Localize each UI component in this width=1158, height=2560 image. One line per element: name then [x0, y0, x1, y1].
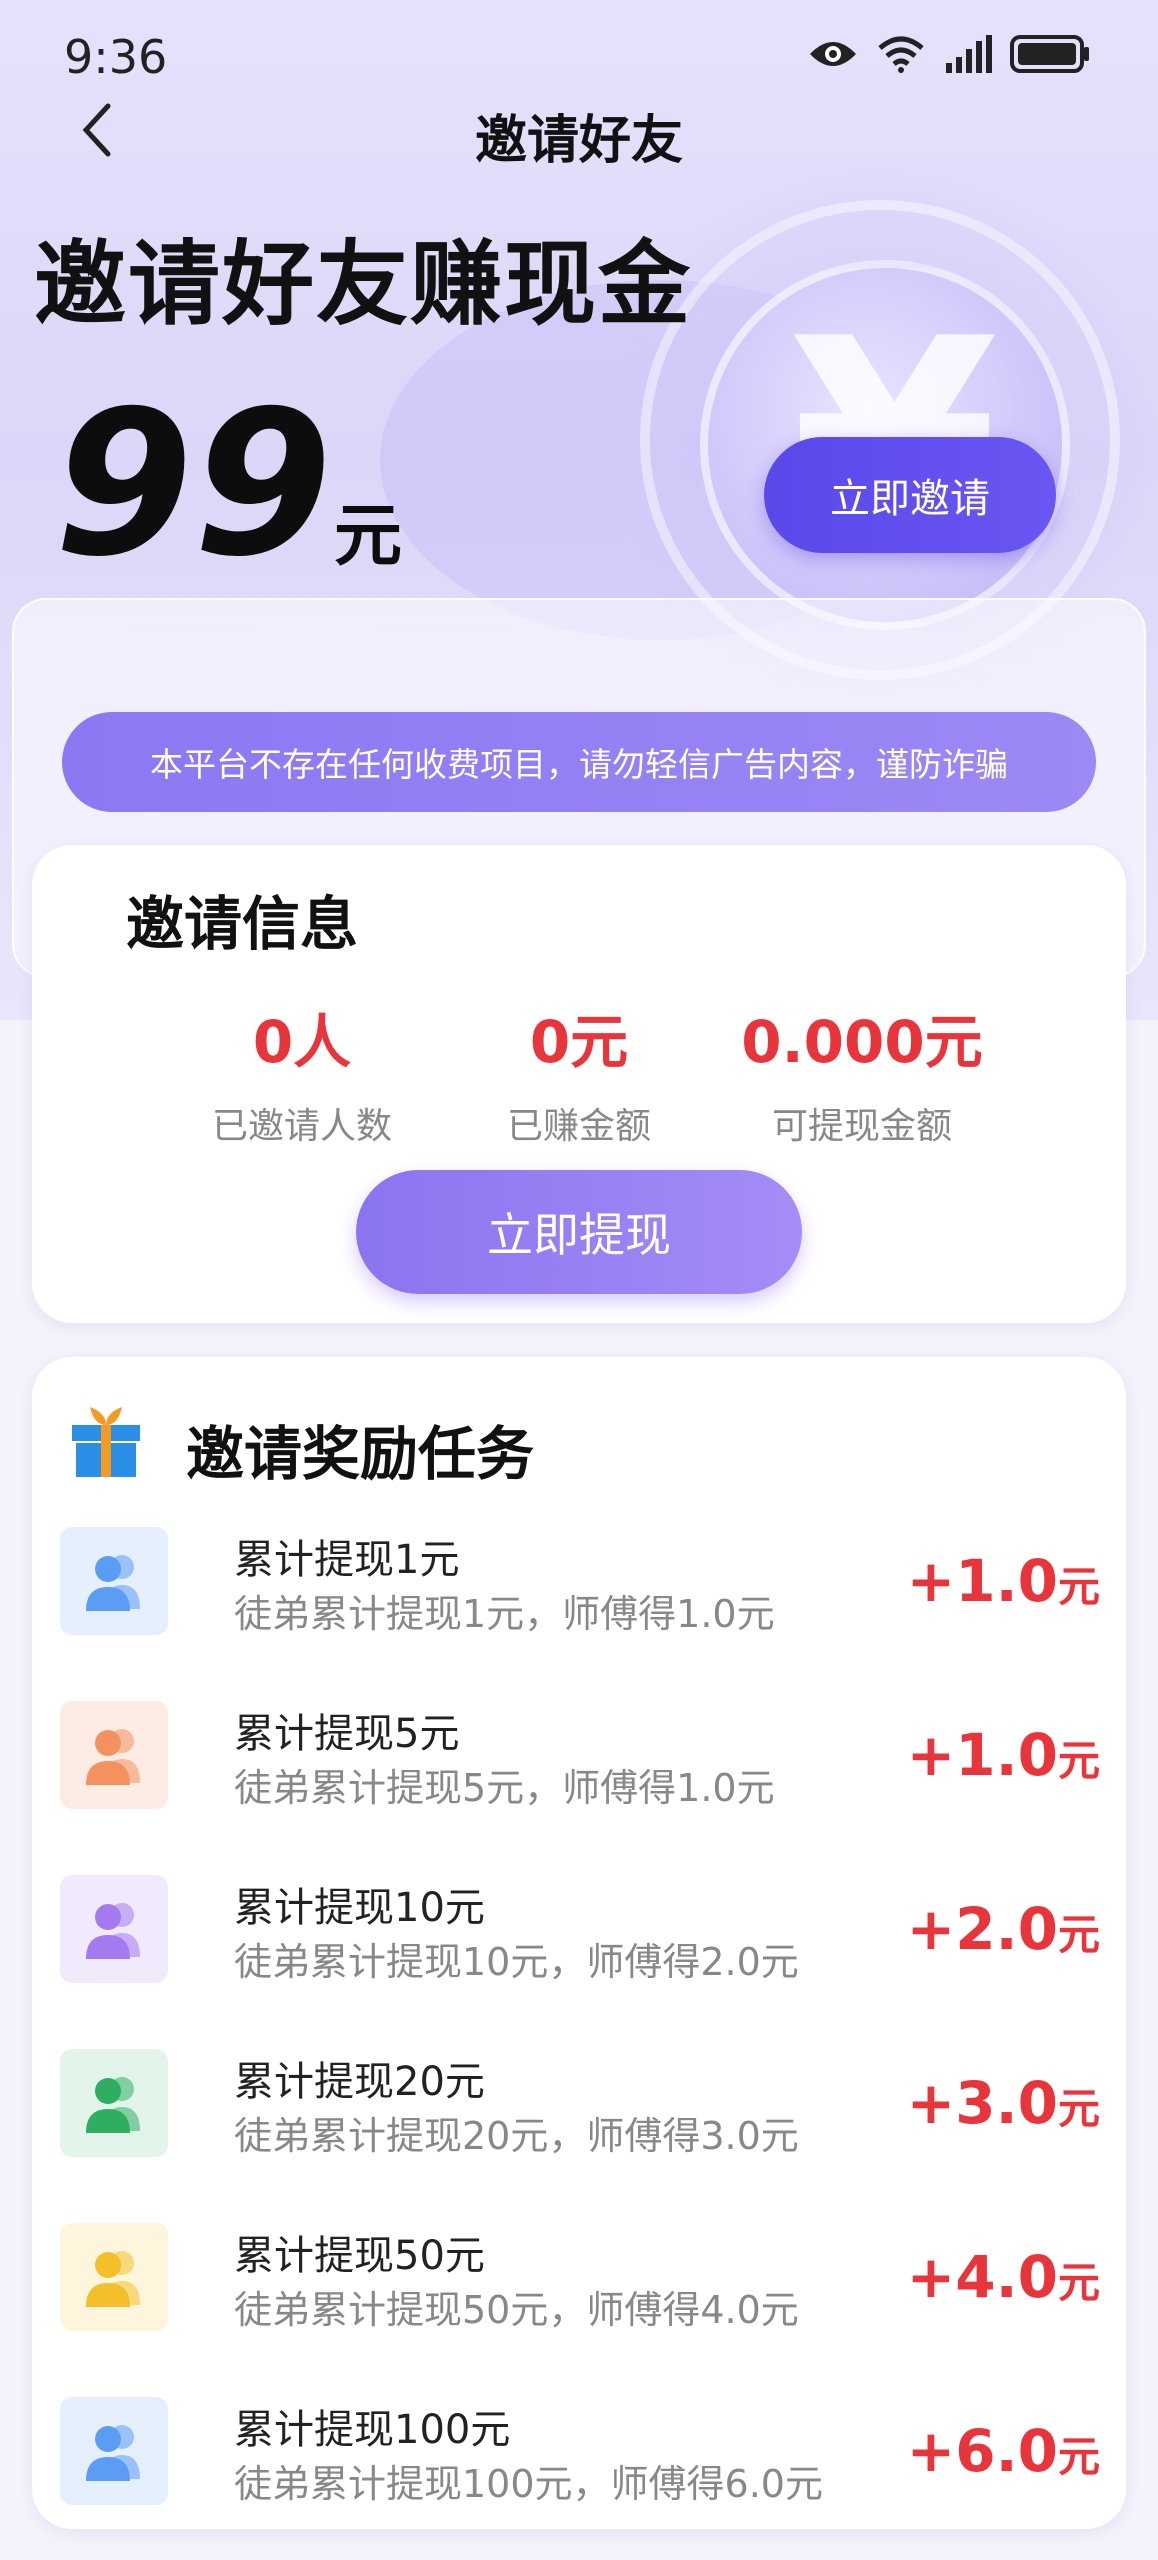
invite-info-title: 邀请信息: [126, 890, 359, 958]
task-reward: +1.0元: [907, 1547, 1100, 1615]
task-reward-value: +4.0: [906, 2243, 1058, 2311]
reward-amount-unit: 元: [334, 497, 403, 576]
tasks-title: 邀请奖励任务: [186, 1420, 535, 1488]
task-name: 累计提现1元: [234, 1537, 460, 1583]
status-icons: [808, 34, 1090, 74]
task-reward: +1.0元: [907, 1721, 1100, 1789]
invite-now-button[interactable]: 立即邀请: [764, 437, 1056, 553]
task-reward-unit: 元: [1057, 2258, 1100, 2307]
signal-icon: [946, 35, 992, 73]
task-reward-unit: 元: [1057, 1736, 1100, 1785]
task-description: 徒弟累计提现50元，师傅得4.0元: [234, 2288, 799, 2332]
task-description: 徒弟累计提现20元，师傅得3.0元: [234, 2114, 799, 2158]
task-reward-value: +2.0: [906, 1895, 1058, 1963]
stat-label: 可提现金额: [771, 1106, 952, 1147]
stat-earned-amount: 0元 已赚金额: [419, 995, 739, 1149]
task-row: 累计提现50元徒弟累计提现50元，师傅得4.0元 +4.0元: [60, 2223, 1100, 2333]
task-name: 累计提现50元: [234, 2233, 485, 2279]
task-reward: +6.0元: [907, 2417, 1100, 2485]
nav-bar: 邀请好友: [0, 90, 1158, 171]
task-name: 累计提现10元: [234, 1885, 485, 1931]
users-icon: [60, 2049, 168, 2157]
task-name: 累计提现20元: [234, 2059, 485, 2105]
task-reward: +2.0元: [907, 1895, 1100, 1963]
invite-info-card: 邀请信息 0人 已邀请人数 0元 已赚金额 0.000元 可提现金额 立即提现: [32, 845, 1126, 1323]
task-reward-unit: 元: [1057, 2432, 1100, 2481]
task-reward-unit: 元: [1057, 1562, 1100, 1611]
reward-amount: 99: [54, 368, 333, 601]
stat-withdrawable-amount: 0.000元 可提现金额: [702, 995, 1022, 1149]
stat-invited-count: 0人 已邀请人数: [142, 995, 462, 1149]
task-reward-value: +3.0: [906, 2069, 1058, 2137]
task-name: 累计提现5元: [234, 1711, 460, 1757]
users-icon: [60, 1701, 168, 1809]
page-title: 邀请好友: [474, 111, 683, 171]
stat-label: 已邀请人数: [211, 1106, 392, 1147]
task-reward: +4.0元: [907, 2243, 1100, 2311]
status-time: 9:36: [64, 30, 168, 84]
task-description: 徒弟累计提现1元，师傅得1.0元: [234, 1592, 775, 1636]
task-reward-value: +1.0: [906, 1721, 1058, 1789]
task-row: 累计提现5元徒弟累计提现5元，师傅得1.0元 +1.0元: [60, 1701, 1100, 1811]
hero-title: 邀请好友赚现金: [34, 231, 693, 338]
task-row: 累计提现10元徒弟累计提现10元，师傅得2.0元 +2.0元: [60, 1875, 1100, 1985]
battery-icon: [1010, 35, 1089, 73]
task-row: 累计提现20元徒弟累计提现20元，师傅得3.0元 +3.0元: [60, 2049, 1100, 2159]
task-description: 徒弟累计提现5元，师傅得1.0元: [234, 1766, 775, 1810]
users-icon: [60, 2223, 168, 2331]
task-reward-unit: 元: [1057, 2084, 1100, 2133]
stat-label: 已赚金额: [506, 1106, 651, 1147]
task-reward-value: +1.0: [906, 1547, 1058, 1615]
wifi-icon: [878, 36, 924, 73]
users-icon: [60, 1875, 168, 1983]
task-name: 累计提现100元: [234, 2407, 511, 2453]
gift-icon: [72, 1407, 140, 1477]
eye-icon: [810, 42, 856, 66]
stat-value: 0.000元: [741, 1008, 983, 1076]
users-icon: [60, 2397, 168, 2505]
anti-fraud-notice: 本平台不存在任何收费项目，请勿轻信广告内容，谨防诈骗: [62, 712, 1096, 812]
task-row: 累计提现100元徒弟累计提现100元，师傅得6.0元 +6.0元: [60, 2397, 1100, 2507]
task-description: 徒弟累计提现10元，师傅得2.0元: [234, 1940, 799, 1984]
stat-value: 0元: [529, 1008, 629, 1076]
reward-tasks-card: 邀请奖励任务 累计提现1元 徒弟累计提现1元，师傅得1.0元 +1.0元 累计提现5元…: [32, 1357, 1126, 2529]
task-description: 徒弟累计提现100元，师傅得6.0元: [234, 2462, 823, 2506]
task-reward-unit: 元: [1057, 1910, 1100, 1959]
withdraw-now-button[interactable]: 立即提现: [356, 1170, 802, 1294]
stat-value: 0人: [252, 1008, 352, 1076]
task-reward: +3.0元: [907, 2069, 1100, 2137]
users-icon: [60, 1527, 168, 1635]
task-row: 累计提现1元徒弟累计提现1元，师傅得1.0元 +1.0元: [60, 1527, 1100, 1637]
task-reward-value: +6.0: [906, 2417, 1058, 2485]
